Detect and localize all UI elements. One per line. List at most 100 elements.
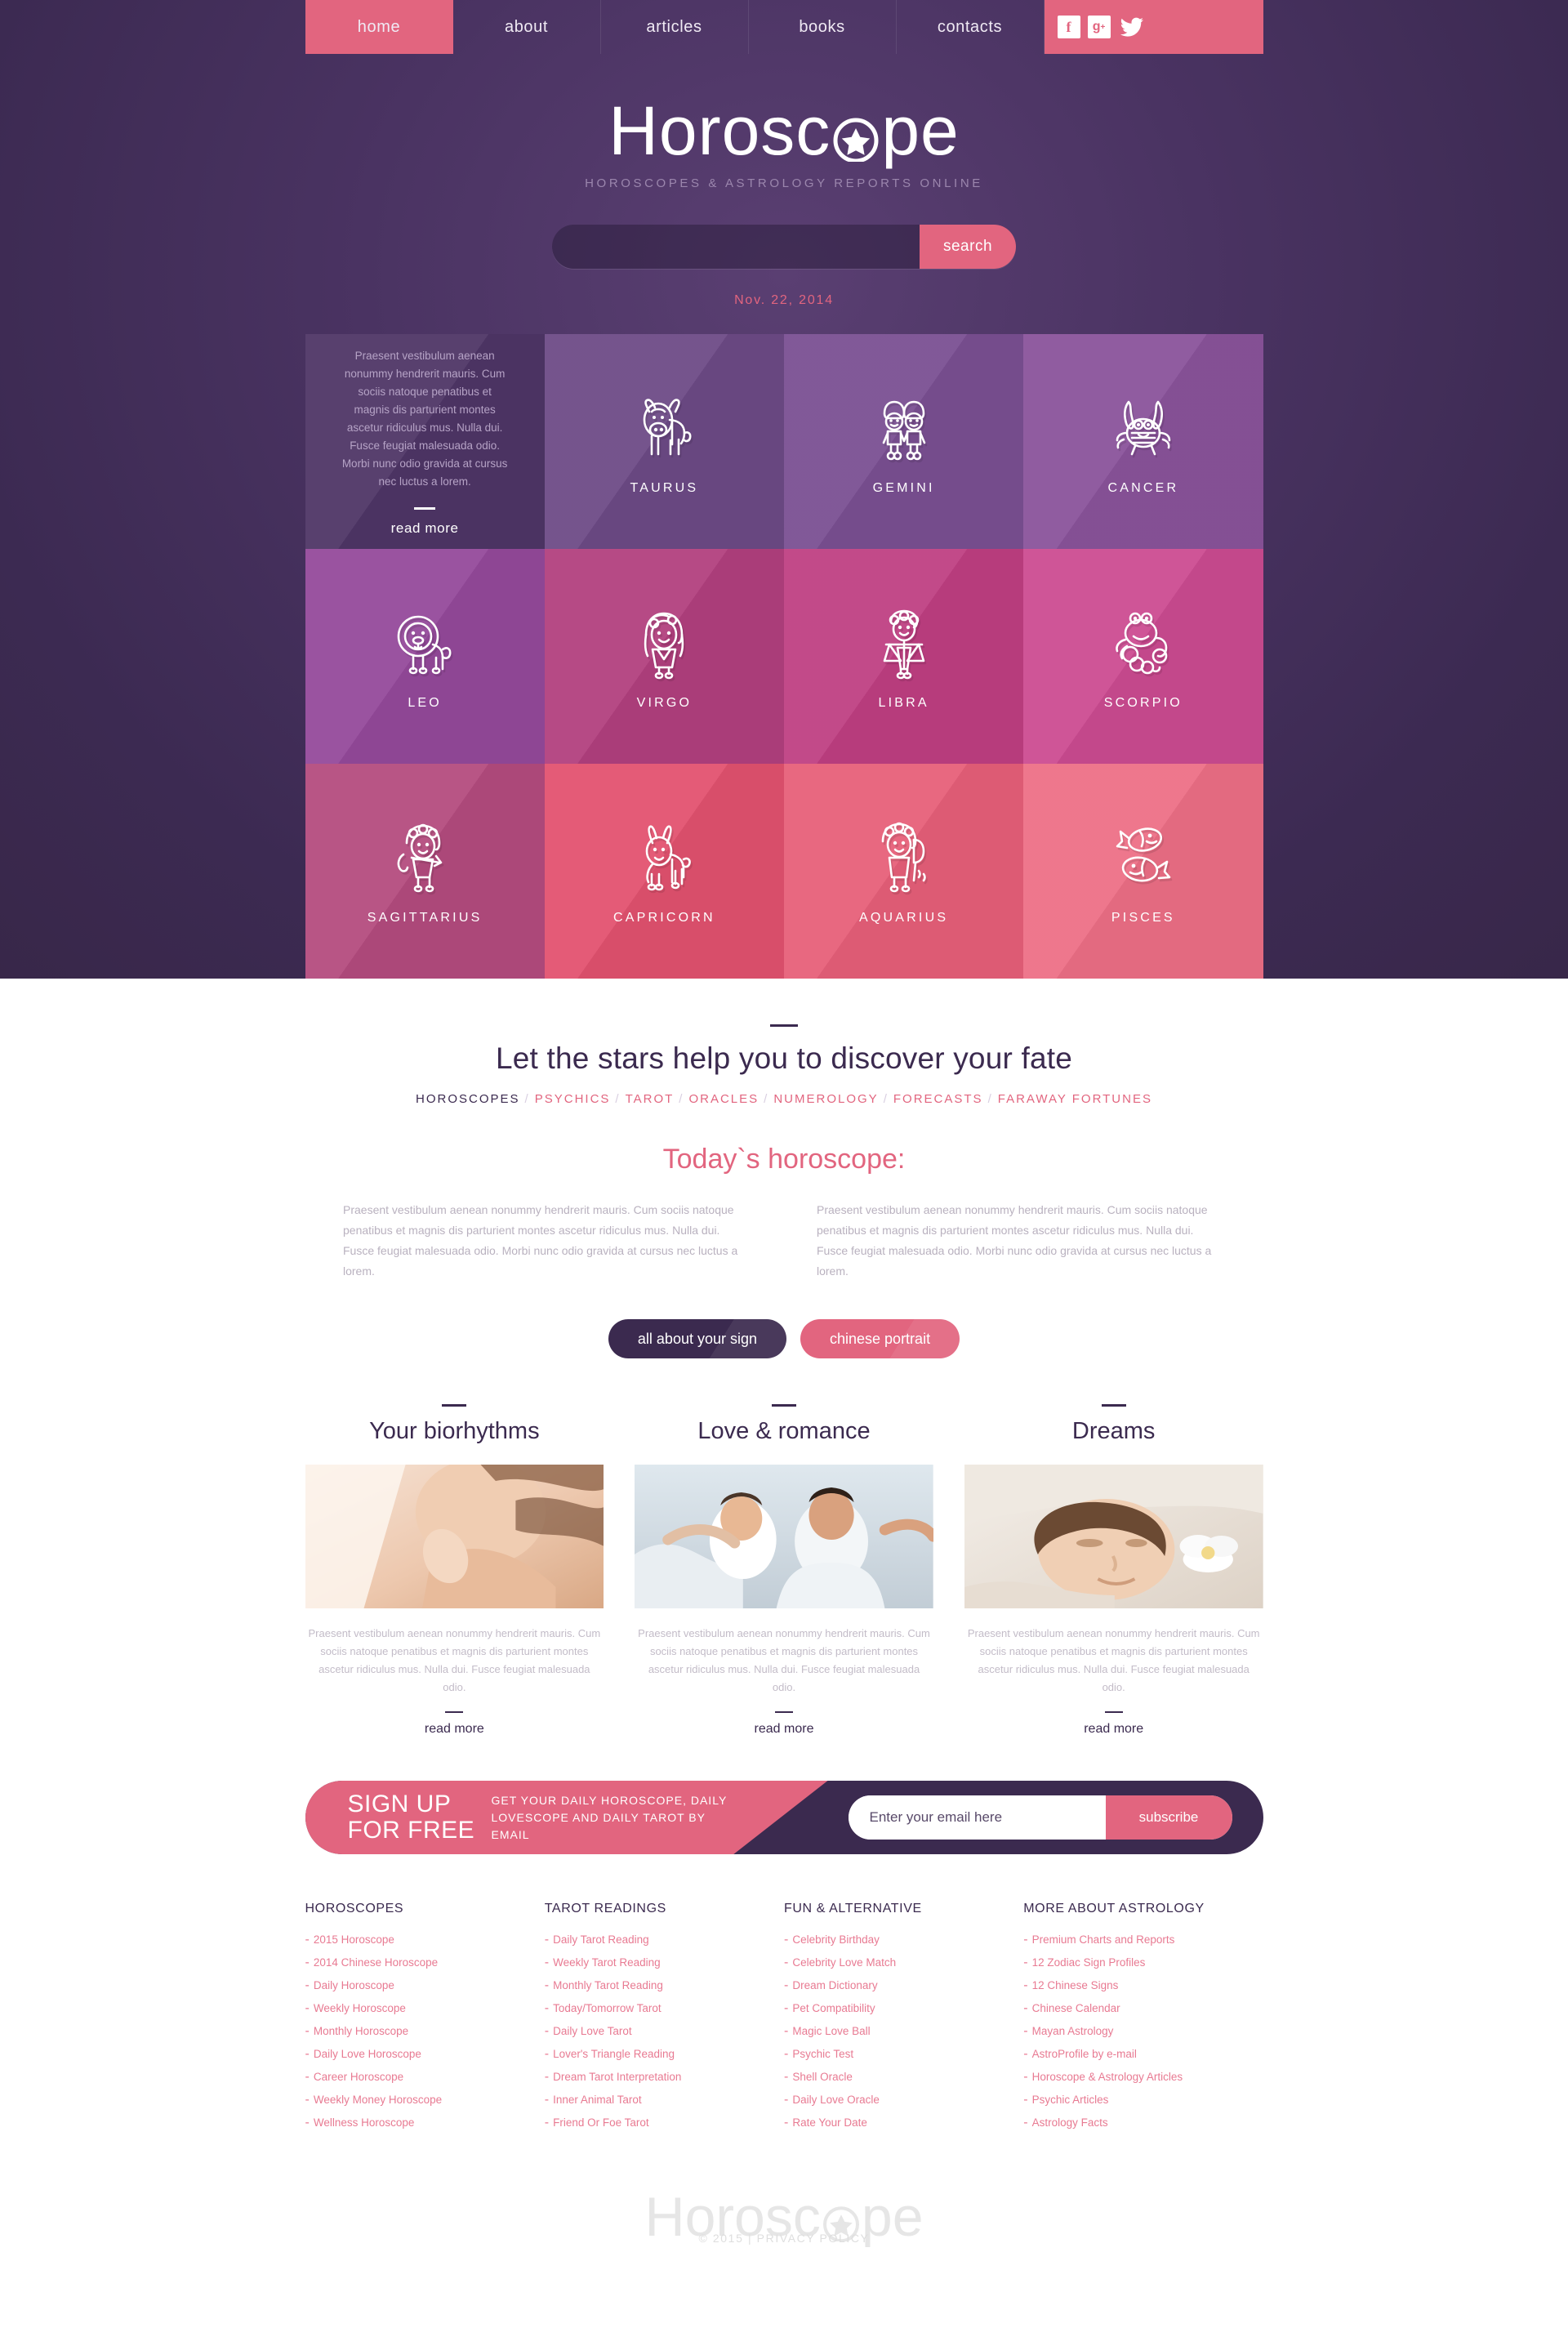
zodiac-cell-sagittarius[interactable]: SAGITTARIUS [305, 764, 545, 979]
aquarius-icon [865, 817, 943, 899]
page-root: home about articles books contacts f g + … [0, 0, 1568, 2274]
feature-read-more[interactable]: read more [635, 1722, 933, 1737]
copyright-text[interactable]: © 2015 | PRIVACY POLICY [0, 2232, 1568, 2245]
footer-link[interactable]: Daily Horoscope [314, 1979, 394, 1991]
feature-read-more[interactable]: read more [305, 1722, 604, 1737]
nav-item-contacts[interactable]: contacts [897, 0, 1045, 54]
category-link-numerology[interactable]: NUMEROLOGY [773, 1092, 878, 1106]
zodiac-cell-capricorn[interactable]: CAPRICORN [544, 764, 784, 979]
bullet-dash: - [544, 2024, 550, 2038]
footer-link[interactable]: Weekly Money Horoscope [314, 2094, 442, 2106]
zodiac-intro-read-more[interactable]: read more [391, 520, 459, 537]
zodiac-cell-virgo[interactable]: VIRGO [544, 549, 784, 764]
category-link-oracles[interactable]: ORACLES [688, 1092, 759, 1106]
footer-link[interactable]: Friend Or Foe Tarot [553, 2116, 649, 2129]
bullet-dash: - [305, 2001, 310, 2015]
zodiac-cell-gemini[interactable]: GEMINI [784, 334, 1024, 549]
footer-link[interactable]: Dream Dictionary [792, 1979, 877, 1991]
zodiac-cell-pisces[interactable]: PISCES [1023, 764, 1263, 979]
footer-link[interactable]: Mayan Astrology [1032, 2025, 1114, 2037]
main-navigation: home about articles books contacts f g + [305, 0, 1263, 54]
footer-link[interactable]: Celebrity Birthday [792, 1933, 880, 1946]
bullet-dash: - [784, 1956, 789, 1969]
footer-link[interactable]: Today/Tomorrow Tarot [553, 2002, 662, 2014]
footer-link[interactable]: Horoscope & Astrology Articles [1032, 2071, 1183, 2083]
site-logo[interactable]: Horosc pe HOROSCOPES & ASTROLOGY REPORTS … [0, 54, 1568, 190]
footer-list-item: - Dream Tarot Interpretation [545, 2070, 784, 2085]
facebook-icon[interactable]: f [1057, 16, 1080, 38]
zodiac-cell-cancer[interactable]: CANCER [1023, 334, 1263, 549]
google-plus-icon[interactable]: g + [1087, 16, 1111, 38]
footer-column-tarot-readings: TAROT READINGS - Daily Tarot Reading - Weekl… [545, 1902, 784, 2138]
footer-link[interactable]: 2015 Horoscope [314, 1933, 394, 1946]
feature-read-more[interactable]: read more [964, 1722, 1263, 1737]
divider [772, 1404, 796, 1407]
footer-link[interactable]: 12 Chinese Signs [1032, 1979, 1119, 1991]
footer-link[interactable]: Daily Love Horoscope [314, 2048, 421, 2060]
category-separator: / [679, 1092, 684, 1106]
footer-link[interactable]: Pet Compatibility [792, 2002, 875, 2014]
cancer-icon [1104, 387, 1183, 470]
subscribe-button[interactable]: subscribe [1105, 1795, 1232, 1840]
zodiac-name: LIBRA [878, 696, 929, 710]
zodiac-cell-libra[interactable]: LIBRA [784, 549, 1024, 764]
scorpio-icon [1104, 602, 1183, 685]
category-link-tarot[interactable]: TAROT [626, 1092, 675, 1106]
footer-link[interactable]: 2014 Chinese Horoscope [314, 1956, 438, 1969]
pisces-icon [1104, 817, 1183, 899]
email-input[interactable] [848, 1795, 1106, 1840]
zodiac-cell-scorpio[interactable]: SCORPIO [1023, 549, 1263, 764]
footer-link[interactable]: Premium Charts and Reports [1032, 1933, 1175, 1946]
footer-link[interactable]: Daily Tarot Reading [553, 1933, 649, 1946]
footer-link[interactable]: Celebrity Love Match [792, 1956, 896, 1969]
twitter-icon[interactable] [1118, 16, 1146, 38]
bullet-dash: - [784, 2001, 789, 2015]
footer-list-item: - Daily Tarot Reading [545, 1933, 784, 1947]
zodiac-cell-aquarius[interactable]: AQUARIUS [784, 764, 1024, 979]
footer-link[interactable]: Monthly Tarot Reading [553, 1979, 663, 1991]
signup-form: subscribe [848, 1795, 1232, 1840]
nav-item-books[interactable]: books [749, 0, 897, 54]
zodiac-name: TAURUS [630, 481, 699, 495]
zodiac-cell-taurus[interactable]: TAURUS [544, 334, 784, 549]
footer-link[interactable]: Career Horoscope [314, 2071, 403, 2083]
category-link-horoscopes[interactable]: HOROSCOPES [416, 1092, 520, 1106]
nav-item-home[interactable]: home [305, 0, 453, 54]
bullet-dash: - [1023, 2001, 1028, 2015]
footer-link[interactable]: Dream Tarot Interpretation [553, 2071, 681, 2083]
category-link-faraway-fortunes[interactable]: FARAWAY FORTUNES [998, 1092, 1152, 1106]
chinese-portrait-button[interactable]: chinese portrait [800, 1319, 960, 1358]
all-about-your-sign-button[interactable]: all about your sign [608, 1319, 786, 1358]
footer-link[interactable]: Weekly Tarot Reading [553, 1956, 661, 1969]
footer-link[interactable]: Astrology Facts [1032, 2116, 1108, 2129]
footer-link[interactable]: Chinese Calendar [1032, 2002, 1120, 2014]
gemini-icon [865, 387, 943, 470]
footer-column-horoscopes: HOROSCOPES -2015 Horoscope -2014 Chinese H… [305, 1902, 545, 2138]
search-input[interactable] [552, 225, 920, 269]
footer-link[interactable]: Psychic Test [792, 2048, 853, 2060]
footer-link[interactable]: Lover's Triangle Reading [553, 2048, 675, 2060]
zodiac-cell-leo[interactable]: LEO [305, 549, 545, 764]
footer-link[interactable]: Daily Love Oracle [792, 2094, 880, 2106]
footer-link[interactable]: Shell Oracle [792, 2071, 853, 2083]
footer-link[interactable]: Daily Love Tarot [553, 2025, 632, 2037]
footer-link[interactable]: Psychic Articles [1032, 2094, 1109, 2106]
search-button[interactable]: search [920, 225, 1016, 269]
footer-link[interactable]: Inner Animal Tarot [553, 2094, 642, 2106]
search-bar: search [552, 225, 1016, 269]
category-link-psychics[interactable]: PSYCHICS [535, 1092, 611, 1106]
divider [445, 1711, 464, 1713]
footer-link[interactable]: 12 Zodiac Sign Profiles [1032, 1956, 1146, 1969]
footer-list-item: - Daily Love Tarot [545, 2024, 784, 2039]
footer-link[interactable]: Magic Love Ball [792, 2025, 870, 2037]
footer-link[interactable]: Monthly Horoscope [314, 2025, 408, 2037]
bullet-dash: - [305, 2024, 310, 2038]
footer-link[interactable]: Weekly Horoscope [314, 2002, 406, 2014]
footer-link[interactable]: Rate Your Date [792, 2116, 867, 2129]
category-link-forecasts[interactable]: FORECASTS [893, 1092, 983, 1106]
footer-link[interactable]: AstroProfile by e-mail [1032, 2048, 1137, 2060]
nav-item-about[interactable]: about [453, 0, 601, 54]
nav-item-articles[interactable]: articles [601, 0, 749, 54]
footer-link[interactable]: Wellness Horoscope [314, 2116, 415, 2129]
feature-card-biorhythms: Your biorhythms Praesent vestibulum aene… [305, 1404, 604, 1737]
